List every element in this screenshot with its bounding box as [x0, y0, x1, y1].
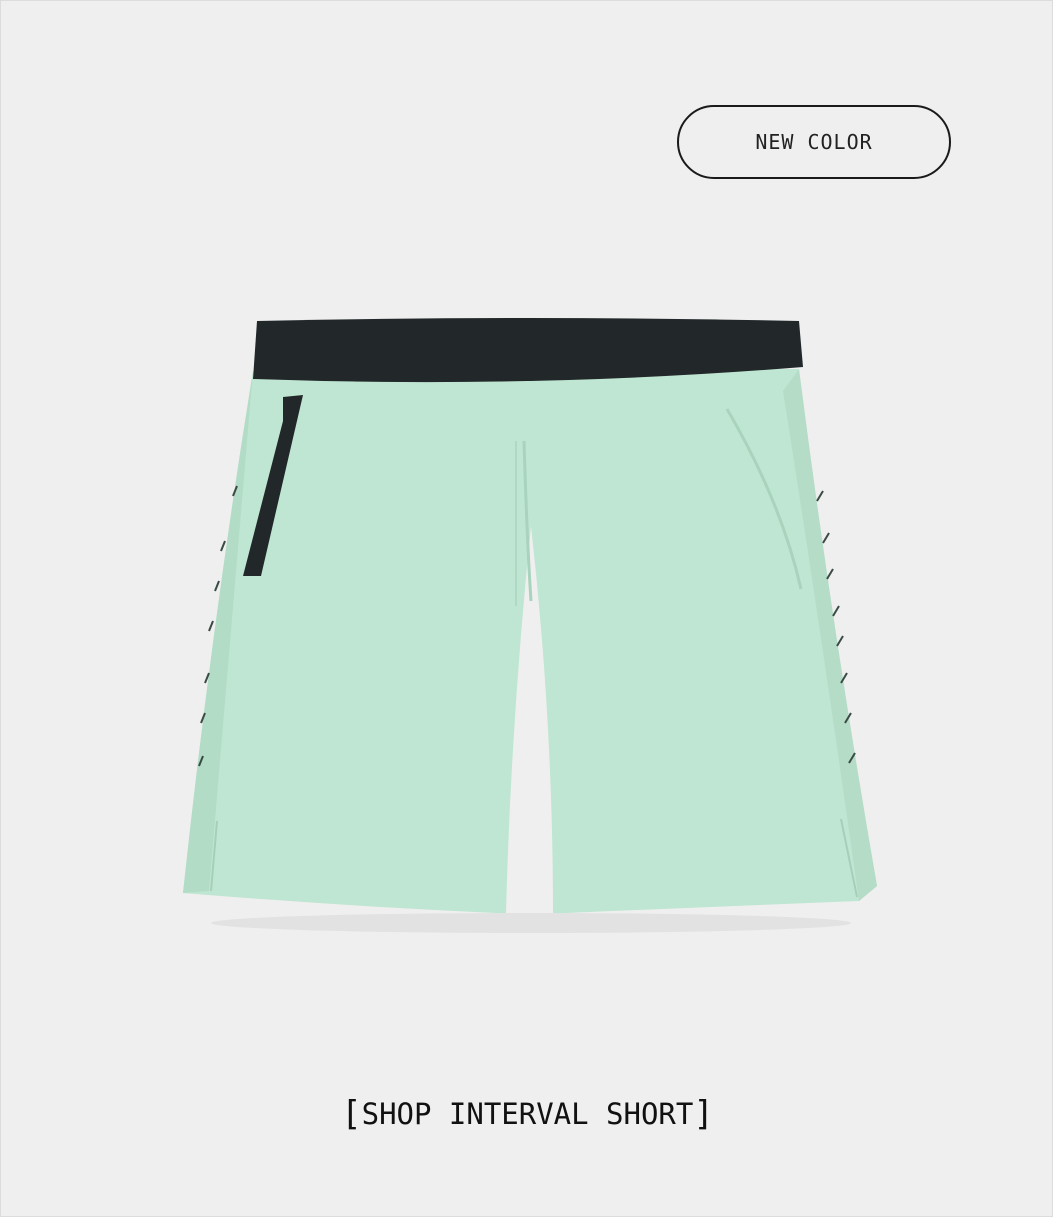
waistband: [253, 318, 803, 383]
cta-label: SHOP INTERVAL SHORT: [361, 1097, 694, 1131]
cta-close-bracket: ]: [693, 1094, 714, 1134]
shorts-illustration: [183, 318, 877, 933]
product-image[interactable]: [171, 301, 891, 941]
new-color-badge-label: NEW COLOR: [755, 130, 873, 154]
shop-interval-short-link[interactable]: [ SHOP INTERVAL SHORT ]: [1, 1089, 1052, 1139]
promo-card: NEW COLOR [SHOP INTERVAL SHORT]: [0, 0, 1053, 1217]
new-color-badge: NEW COLOR: [677, 105, 951, 179]
cta-open-bracket: [: [341, 1094, 362, 1134]
product-shadow: [211, 913, 851, 933]
